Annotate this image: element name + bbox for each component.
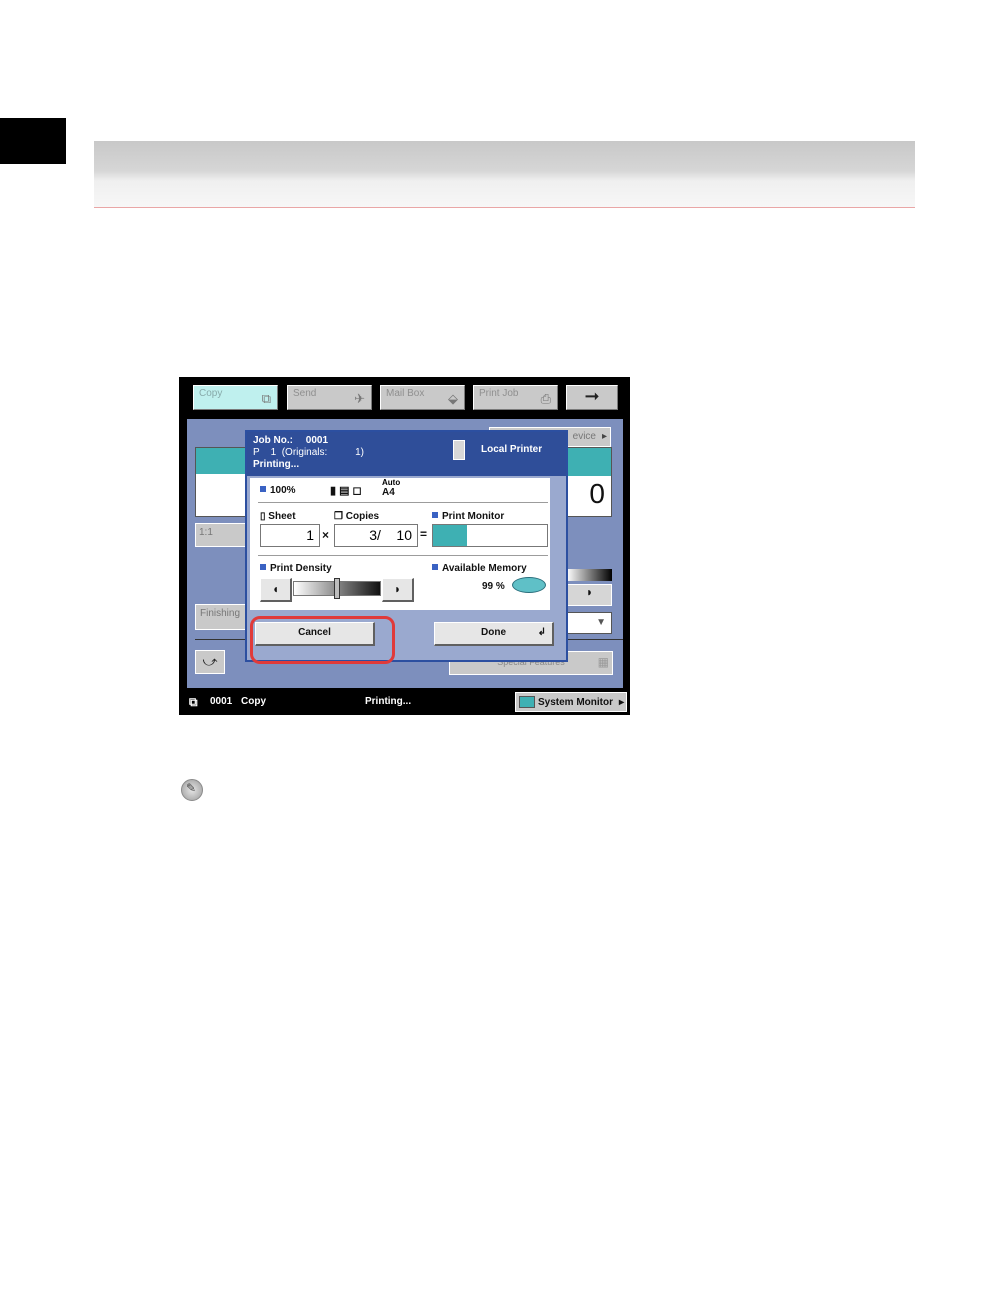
tab-mail-box-label: Mail Box <box>386 388 425 399</box>
tab-copy-label: Copy <box>199 388 223 399</box>
zoom-ratio: 100% <box>260 485 296 496</box>
printer-name: Local Printer <box>481 444 543 455</box>
tab-copy[interactable]: Copy ⧉ <box>193 385 278 410</box>
monitor-icon <box>519 696 535 708</box>
paper-select-dropdown[interactable]: ▼ <box>567 612 612 634</box>
grid-icon: ▦ <box>597 655 609 669</box>
chevron-right-icon: ▸ <box>618 697 624 708</box>
square-bullet-icon <box>432 564 438 570</box>
darker-density-icon[interactable]: ◗ <box>567 584 612 606</box>
sheet-label: Sheet <box>268 511 296 522</box>
original-type-panel <box>195 447 247 517</box>
available-memory-label: Available Memory <box>442 563 527 574</box>
system-monitor-button[interactable]: System Monitor ▸ <box>515 692 627 712</box>
copies-label-row: ❐ Copies <box>334 511 379 522</box>
page-header-band <box>94 141 915 207</box>
chapter-tab <box>0 118 66 164</box>
status-bar: ⧉ 0001 Copy Printing... System Monitor ▸ <box>179 689 630 715</box>
print-progress-fill <box>433 525 468 546</box>
done-button[interactable]: Done ↲ <box>434 622 554 646</box>
tab-mail-box[interactable]: Mail Box ⬙ <box>380 385 465 410</box>
copies-label: Copies <box>345 511 380 522</box>
cancel-button-highlight <box>250 616 395 664</box>
ratio-button[interactable]: 1:1 <box>195 523 247 547</box>
available-memory-label-row: Available Memory <box>432 563 527 574</box>
sheet-count-field: 1 <box>260 524 320 547</box>
square-bullet-icon <box>260 564 266 570</box>
memory-disk-icon <box>512 577 546 593</box>
copy-tab-icon: ⧉ <box>261 391 271 406</box>
print-monitor-bar <box>432 524 548 547</box>
square-bullet-icon <box>260 486 266 492</box>
two-sided-icon[interactable]: ⤻ <box>195 650 225 674</box>
dialog-body: 100% ▮ ▤ ◻ Auto A4 ▯ Sheet ❐ Copies Prin… <box>250 478 550 610</box>
tab-print-job-label: Print Job <box>479 388 519 399</box>
copies-count-field: 3/ 10 <box>334 524 418 547</box>
page-count-line: P 1 (Originals: 1) <box>253 447 364 458</box>
density-slider-handle[interactable] <box>334 578 340 599</box>
tab-send-label: Send <box>293 388 317 399</box>
half-moon-left-icon: ◖ <box>271 582 280 596</box>
tab-print-job[interactable]: Print Job ⎙ <box>473 385 558 410</box>
paper-size: A4 <box>382 487 395 498</box>
note-pencil-icon: ✎ <box>181 779 203 801</box>
times-sign: × <box>322 528 330 542</box>
printer-icon: ⎙ <box>540 391 551 406</box>
print-monitor-label: Print Monitor <box>442 511 505 522</box>
job-status: Printing... <box>253 459 300 470</box>
ratio-label: 1:1 <box>199 527 213 538</box>
device-label: evice <box>572 431 596 442</box>
available-memory-value: 99 % <box>482 581 505 592</box>
square-bullet-icon <box>432 512 438 518</box>
copies-icon: ❐ <box>334 511 343 522</box>
print-density-label: Print Density <box>270 563 332 574</box>
status-job-type: Copy <box>241 696 266 707</box>
print-monitor-label-row: Print Monitor <box>432 511 504 522</box>
device-touch-panel: Copy ⧉ Send ✈ Mail Box ⬙ Print Job ⎙ ➞ 1… <box>179 377 630 715</box>
return-arrow-icon: ↲ <box>537 627 546 638</box>
paper-auto-label: Auto <box>382 478 401 487</box>
chevron-right-icon: ▸ <box>601 431 607 442</box>
zoom-value: 100% <box>270 485 296 496</box>
copy-count: 0 <box>589 478 605 509</box>
finishing-label: Finishing <box>200 608 241 619</box>
sheet-label-row: ▯ Sheet <box>260 511 296 522</box>
equals-sign: = <box>420 527 428 541</box>
lighter-density-button[interactable]: ◖ <box>260 578 292 602</box>
print-density-label-row: Print Density <box>260 563 332 574</box>
finishing-button[interactable]: Finishing <box>195 604 247 630</box>
half-moon-right-icon: ◗ <box>393 582 402 596</box>
tab-send[interactable]: Send ✈ <box>287 385 372 410</box>
paper-source-icons: ▮ ▤ ◻ <box>330 485 362 497</box>
system-monitor-label: System Monitor <box>538 697 614 708</box>
density-gradient-bar <box>567 569 612 581</box>
mailbox-icon: ⬙ <box>448 391 458 406</box>
header-divider <box>94 207 915 208</box>
sheet-icon: ▯ <box>260 511 266 522</box>
copy-job-icon: ⧉ <box>189 695 198 709</box>
right-arrow-icon: ➞ <box>584 386 600 406</box>
job-no-value: 0001 <box>305 435 329 446</box>
done-label: Done <box>481 627 506 638</box>
job-no-label: Job No.: <box>253 435 293 446</box>
density-scale <box>293 578 381 599</box>
copy-count-display: 0 <box>567 447 612 517</box>
next-tab-button[interactable]: ➞ <box>566 385 618 410</box>
status-job-id: 0001 <box>210 696 233 707</box>
darker-density-button[interactable]: ◗ <box>382 578 414 602</box>
dialog-header: Job No.: 0001 P 1 (Originals: 1) Printin… <box>247 432 566 476</box>
paper-plane-icon: ✈ <box>354 391 365 406</box>
chevron-down-icon: ▼ <box>596 617 606 628</box>
printer-device-icon <box>453 440 465 460</box>
status-text: Printing... <box>365 696 412 707</box>
